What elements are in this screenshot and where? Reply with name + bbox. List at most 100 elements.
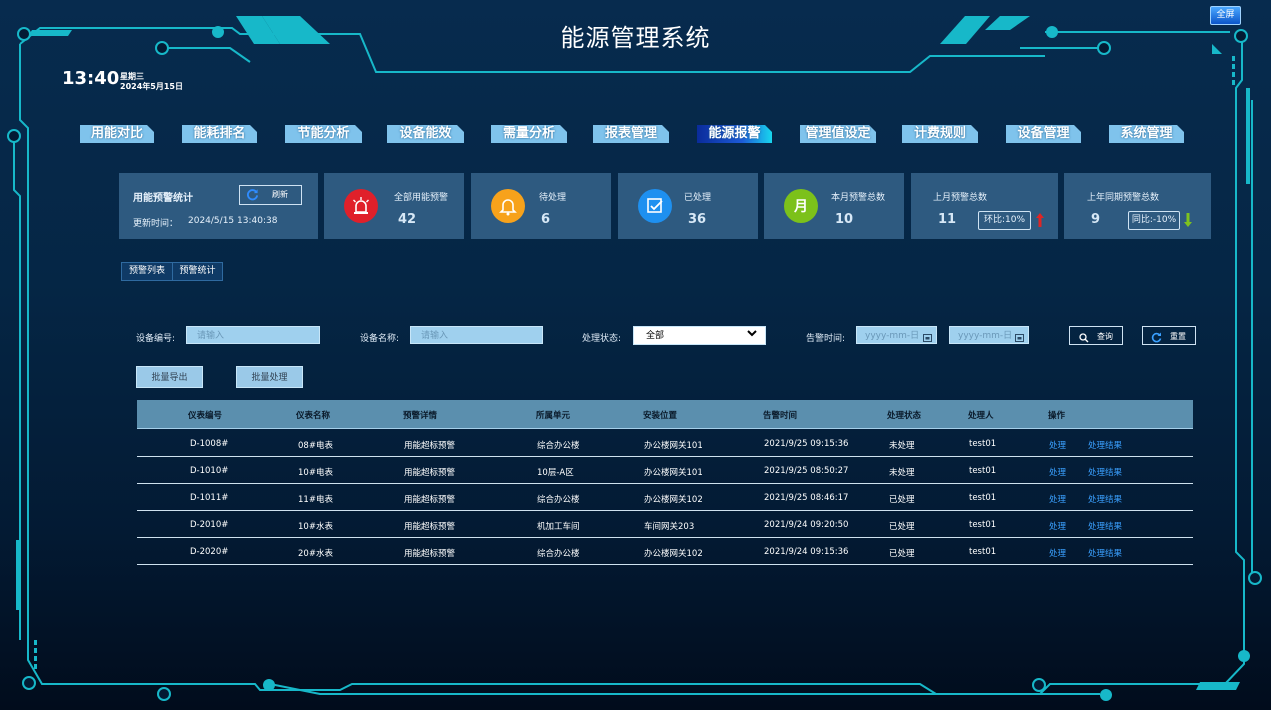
nav-item-energy-alarm[interactable]: 能源报警 bbox=[697, 125, 772, 143]
status-label: 处理状态: bbox=[582, 334, 622, 344]
start-date-input[interactable]: yyyy-mm-日 bbox=[856, 326, 937, 344]
process-link[interactable]: 处理 bbox=[1049, 547, 1066, 559]
col-alarm-detail: 预警详情 bbox=[403, 411, 438, 421]
nav-item-report-manage[interactable]: 报表管理 bbox=[593, 125, 669, 143]
all-alarms-label: 全部用能预警 bbox=[394, 193, 449, 203]
device-no-label: 设备编号: bbox=[136, 334, 176, 344]
card-last-year: 上年同期预警总数 9 同比:-10% bbox=[1064, 173, 1211, 239]
query-label: 查询 bbox=[1097, 332, 1113, 341]
checklist-icon bbox=[638, 189, 672, 223]
arrow-up-icon bbox=[1035, 212, 1045, 232]
updated-time-label: 更新时间： bbox=[133, 219, 179, 229]
process-link[interactable]: 处理 bbox=[1049, 520, 1066, 532]
table-row: D-2020# 20#水表 用能超标预警 综合办公楼 办公楼网关102 2021… bbox=[137, 538, 1193, 565]
cell-unit: 10层-A区 bbox=[537, 468, 574, 478]
col-meter-no: 仪表编号 bbox=[188, 411, 223, 421]
device-no-input[interactable]: 请输入 bbox=[186, 326, 320, 344]
cell-alarm-time: 2021/9/25 08:46:17 bbox=[764, 493, 849, 503]
batch-export-button[interactable]: 批量导出 bbox=[136, 366, 203, 388]
process-link[interactable]: 处理 bbox=[1049, 466, 1066, 478]
cell-alarm-detail: 用能超标预警 bbox=[404, 522, 456, 532]
result-link[interactable]: 处理结果 bbox=[1088, 466, 1122, 478]
bell-icon bbox=[491, 189, 525, 223]
cell-alarm-detail: 用能超标预警 bbox=[404, 549, 456, 559]
status-select-value: 全部 bbox=[646, 331, 665, 341]
nav-item-device-manage[interactable]: 设备管理 bbox=[1006, 125, 1081, 143]
col-action: 操作 bbox=[1048, 411, 1066, 421]
card-pending: 待处理 6 bbox=[471, 173, 611, 239]
calendar-icon bbox=[1015, 331, 1024, 349]
nav-item-billing-rules[interactable]: 计费规则 bbox=[902, 125, 978, 143]
end-date-input[interactable]: yyyy-mm-日 bbox=[949, 326, 1029, 344]
cell-meter-no: D-1011# bbox=[190, 493, 229, 503]
cell-alarm-time: 2021/9/25 09:15:36 bbox=[764, 439, 849, 449]
cell-location: 办公楼网关101 bbox=[644, 441, 703, 451]
chevron-down-icon bbox=[747, 327, 757, 346]
cell-handler: test01 bbox=[969, 493, 997, 503]
refresh-button[interactable]: 刷新 bbox=[239, 185, 302, 205]
nav-item-saving-analysis[interactable]: 节能分析 bbox=[285, 125, 362, 143]
tab-alarm-stats[interactable]: 预警统计 bbox=[172, 262, 223, 281]
result-link[interactable]: 处理结果 bbox=[1088, 520, 1122, 532]
month-calendar-icon: 月 bbox=[784, 189, 818, 223]
result-link[interactable]: 处理结果 bbox=[1088, 493, 1122, 505]
last-month-value: 11 bbox=[938, 212, 957, 227]
cell-handler: test01 bbox=[969, 466, 997, 476]
cell-unit: 综合办公楼 bbox=[537, 549, 580, 559]
search-icon bbox=[1079, 331, 1089, 350]
end-date-placeholder: yyyy-mm-日 bbox=[958, 331, 1013, 341]
reset-button[interactable]: 重置 bbox=[1142, 326, 1196, 345]
cell-status: 已处理 bbox=[889, 522, 915, 532]
cell-meter-no: D-1008# bbox=[190, 439, 229, 449]
cell-alarm-time: 2021/9/25 08:50:27 bbox=[764, 466, 849, 476]
cell-meter-name: 11#电表 bbox=[298, 495, 333, 505]
last-year-value: 9 bbox=[1091, 212, 1101, 227]
col-status: 处理状态 bbox=[887, 411, 922, 421]
nav-item-demand-analysis[interactable]: 需量分析 bbox=[491, 125, 567, 143]
cell-status: 未处理 bbox=[889, 441, 915, 451]
cell-alarm-detail: 用能超标预警 bbox=[404, 441, 456, 451]
table-row: D-1010# 10#电表 用能超标预警 10层-A区 办公楼网关101 202… bbox=[137, 457, 1193, 484]
last-year-label: 上年同期预警总数 bbox=[1087, 193, 1160, 203]
month-alarms-value: 10 bbox=[835, 212, 854, 227]
nav-item-device-efficiency[interactable]: 设备能效 bbox=[387, 125, 464, 143]
nav-item-system-manage[interactable]: 系统管理 bbox=[1109, 125, 1184, 143]
tab-alarm-list[interactable]: 预警列表 bbox=[121, 262, 173, 281]
nav-item-consumption-rank[interactable]: 能耗排名 bbox=[182, 125, 257, 143]
cell-meter-name: 08#电表 bbox=[298, 441, 333, 451]
refresh-icon bbox=[246, 188, 259, 208]
fullscreen-button[interactable]: 全屏 bbox=[1210, 6, 1241, 25]
cell-unit: 综合办公楼 bbox=[537, 441, 580, 451]
batch-process-button[interactable]: 批量处理 bbox=[236, 366, 303, 388]
pending-label: 待处理 bbox=[539, 193, 567, 203]
process-link[interactable]: 处理 bbox=[1049, 493, 1066, 505]
query-button[interactable]: 查询 bbox=[1069, 326, 1123, 345]
cell-meter-no: D-1010# bbox=[190, 466, 229, 476]
cell-status: 未处理 bbox=[889, 468, 915, 478]
table-row: D-1008# 08#电表 用能超标预警 综合办公楼 办公楼网关101 2021… bbox=[137, 430, 1193, 457]
col-alarm-time: 告警时间 bbox=[763, 411, 798, 421]
cell-location: 办公楼网关102 bbox=[644, 495, 703, 505]
process-link[interactable]: 处理 bbox=[1049, 439, 1066, 451]
reset-icon bbox=[1151, 331, 1162, 350]
cell-meter-no: D-2020# bbox=[190, 547, 229, 557]
status-select[interactable]: 全部 bbox=[633, 326, 766, 345]
cell-location: 办公楼网关101 bbox=[644, 468, 703, 478]
alarm-stats-panel: 用能预警统计 刷新 更新时间： 2024/5/15 13:40:38 bbox=[119, 173, 318, 239]
device-name-input[interactable]: 请输入 bbox=[410, 326, 543, 344]
refresh-label: 刷新 bbox=[272, 190, 288, 199]
cell-alarm-detail: 用能超标预警 bbox=[404, 468, 456, 478]
cell-meter-name: 10#水表 bbox=[298, 522, 333, 532]
cell-handler: test01 bbox=[969, 547, 997, 557]
result-link[interactable]: 处理结果 bbox=[1088, 439, 1122, 451]
cell-alarm-detail: 用能超标预警 bbox=[404, 495, 456, 505]
result-link[interactable]: 处理结果 bbox=[1088, 547, 1122, 559]
card-processed: 已处理 36 bbox=[618, 173, 758, 239]
col-meter-name: 仪表名称 bbox=[296, 411, 331, 421]
processed-value: 36 bbox=[688, 212, 707, 227]
cell-status: 已处理 bbox=[889, 495, 915, 505]
nav-item-threshold-setting[interactable]: 管理值设定 bbox=[800, 125, 876, 143]
cell-meter-no: D-2010# bbox=[190, 520, 229, 530]
date-text: 2024年5月15日 bbox=[120, 82, 183, 91]
nav-item-usage-compare[interactable]: 用能对比 bbox=[80, 125, 154, 143]
